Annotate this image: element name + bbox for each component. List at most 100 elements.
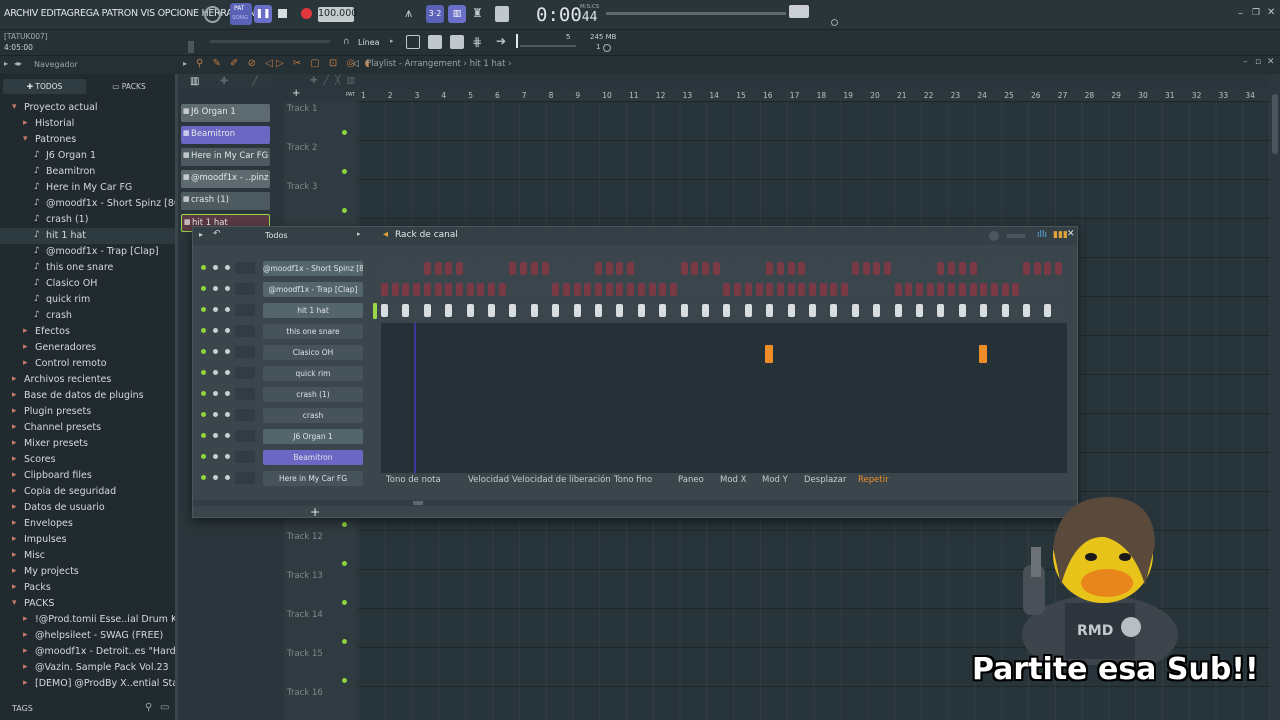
channel-switch-led[interactable] (225, 475, 230, 480)
add-track-icon[interactable]: + (292, 88, 300, 99)
step-button[interactable] (862, 283, 870, 296)
channel-select-box[interactable] (235, 409, 255, 421)
step-button[interactable] (766, 304, 774, 317)
step-button[interactable] (627, 304, 635, 317)
step-button[interactable] (616, 262, 624, 275)
channel-switch-led[interactable] (213, 286, 218, 291)
graph-tab[interactable]: Velocidad (468, 475, 509, 485)
channel-switch-led[interactable] (225, 412, 230, 417)
metronome-button-icon[interactable]: ♜ (472, 6, 488, 22)
step-button[interactable] (980, 283, 988, 296)
channel-name-button[interactable]: hit 1 hat (263, 303, 363, 318)
step-button[interactable] (1055, 262, 1063, 275)
channel-switch-led[interactable] (225, 349, 230, 354)
browser-item[interactable]: ♪ @moodf1x - Short Spinz [808] (0, 196, 175, 212)
step-button[interactable] (798, 283, 806, 296)
rack-swing-knob-icon[interactable] (989, 231, 999, 241)
step-button[interactable] (830, 304, 838, 317)
step-button[interactable] (584, 262, 592, 275)
step-button[interactable] (530, 262, 538, 275)
channel-switch-led[interactable] (225, 307, 230, 312)
step-button[interactable] (851, 262, 859, 275)
mixer-button-icon[interactable]: ⋕ (472, 35, 486, 49)
tags-label[interactable]: TAGS (12, 704, 33, 713)
browser-scroll-icon[interactable]: ▭ (160, 702, 169, 713)
step-button[interactable] (520, 304, 528, 317)
pattern-item[interactable]: ▦ crash (1) (181, 192, 270, 210)
step-button[interactable] (455, 283, 463, 296)
channel-rack-button-icon[interactable] (450, 35, 464, 49)
step-button[interactable] (466, 283, 474, 296)
step-button[interactable] (1012, 283, 1020, 296)
step-button[interactable] (530, 283, 538, 296)
rack-close-icon[interactable]: ✕ (1067, 229, 1075, 239)
step-button[interactable] (488, 304, 495, 317)
close-window-icon[interactable]: ✕ (1267, 7, 1275, 18)
step-button[interactable] (819, 304, 827, 317)
channel-select-box[interactable] (235, 346, 255, 358)
channel-switch-led[interactable] (225, 433, 230, 438)
step-button[interactable] (637, 283, 645, 296)
step-button[interactable] (573, 262, 581, 275)
step-edit-icon[interactable]: 3·2 (426, 5, 444, 23)
playlist-vertical-scrollbar[interactable] (1270, 74, 1280, 720)
channel-switch-led[interactable] (201, 307, 206, 312)
rack-title-bar[interactable]: ▸ ↶ Todos ▸ ◂ Rack de canal ıllı ▮▮▮ ✕ (193, 227, 1077, 245)
snap-mode-select[interactable]: Línea (358, 38, 380, 47)
step-button[interactable] (1001, 283, 1009, 296)
channel-switch-led[interactable] (201, 454, 206, 459)
step-button[interactable] (1033, 304, 1041, 317)
graph-note-a[interactable] (765, 345, 773, 363)
step-button[interactable] (637, 304, 645, 317)
master-pitch-slider[interactable] (210, 40, 330, 43)
step-button[interactable] (680, 262, 688, 275)
step-button[interactable] (488, 262, 495, 275)
step-button[interactable] (776, 262, 784, 275)
step-button[interactable] (659, 262, 667, 275)
channel-name-button[interactable]: crash (1) (263, 387, 363, 402)
browser-item[interactable]: ▸ Envelopes (0, 516, 175, 532)
step-button[interactable] (648, 304, 656, 317)
step-button[interactable] (669, 304, 677, 317)
channel-select-box[interactable] (235, 304, 255, 316)
browser-search-icon[interactable]: ⚲ (145, 702, 152, 713)
channel-switch-led[interactable] (213, 370, 218, 375)
playlist-minimize-icon[interactable]: – (1243, 57, 1248, 67)
step-button[interactable] (873, 262, 881, 275)
channel-switch-led[interactable] (213, 475, 218, 480)
browser-item[interactable]: ▸ Mixer presets (0, 436, 175, 452)
step-button[interactable] (787, 262, 795, 275)
step-button[interactable] (990, 304, 998, 317)
step-button[interactable] (969, 262, 977, 275)
step-button[interactable] (402, 283, 410, 296)
browser-collapse-icon[interactable]: ▸ (4, 59, 8, 68)
track-mute-led[interactable] (342, 561, 347, 566)
track-mute-led[interactable] (342, 169, 347, 174)
channel-select-box[interactable] (235, 262, 255, 274)
step-button[interactable] (926, 304, 934, 317)
browser-item[interactable]: ▸ [DEMO] @ProdBy X..ential Stash Kit (0, 676, 175, 692)
channel-name-button[interactable]: this one snare (263, 324, 363, 339)
browser-item[interactable]: ▸ Packs (0, 580, 175, 596)
channel-switch-led[interactable] (225, 391, 230, 396)
step-button[interactable] (423, 283, 431, 296)
browser-item[interactable]: ▸ Generadores (0, 340, 175, 356)
step-button[interactable] (948, 262, 956, 275)
arrow-right-icon[interactable]: ➔ (496, 34, 506, 48)
step-button[interactable] (873, 304, 881, 317)
browser-item[interactable]: ♪ Here in My Car FG (0, 180, 175, 196)
tab-packs[interactable]: ▭ PACKS (88, 79, 170, 94)
browser-item[interactable]: ♪ @moodf1x - Trap [Clap] (0, 244, 175, 260)
channel-select-box[interactable] (235, 451, 255, 463)
rack-filter-arrow-icon[interactable]: ▸ (357, 230, 361, 238)
step-button[interactable] (862, 304, 870, 317)
step-button[interactable] (766, 283, 774, 296)
step-button[interactable] (413, 262, 421, 275)
step-button[interactable] (894, 304, 902, 317)
browser-item[interactable]: ▸ Datos de usuario (0, 500, 175, 516)
step-button[interactable] (905, 304, 913, 317)
step-button[interactable] (755, 262, 763, 275)
step-button[interactable] (937, 283, 945, 296)
browser-item[interactable]: ▾ Patrones (0, 132, 175, 148)
channel-switch-led[interactable] (201, 328, 206, 333)
